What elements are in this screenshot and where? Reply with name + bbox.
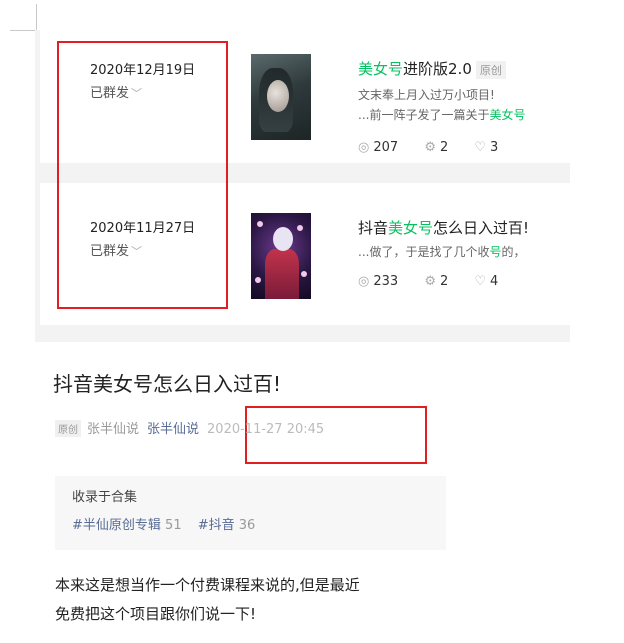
author-name: 张半仙说 [87,422,140,437]
date-highlight-box [57,41,228,309]
article-thumbnail[interactable] [251,213,311,299]
collection-tag-name: #半仙原创专辑 [72,518,161,533]
title-highlight: 美女号 [388,219,434,237]
article-meta: 原创 张半仙说 张半仙说 2020-11-27 20:45 [55,418,324,437]
share-count: ⚙ 2 [424,274,448,289]
like-count: ♡ 4 [474,274,498,289]
collection-tag-name: #抖音 [197,518,235,533]
collection-tag-count: 36 [238,518,256,533]
view-count: ◎ 207 [358,140,398,155]
eye-icon: ◎ [358,140,370,155]
title-highlight: 美女号 [358,60,404,78]
title-text: 抖音 [358,219,389,237]
like-count: ♡ 3 [474,140,498,155]
original-tag: 原创 [475,60,506,79]
article-stats: ◎ 207 ⚙ 2 ♡ 3 [358,140,520,155]
like-count-value: 3 [490,140,499,155]
account-link[interactable]: 张半仙说 [147,422,199,437]
article-desc: ...前一阵子发了一篇关于美女号 [358,106,570,123]
article-stats: ◎ 233 ⚙ 2 ♡ 4 [358,274,520,289]
article-title[interactable]: 美女号进阶版2.0 原创 [358,58,506,79]
share-count: ⚙ 2 [424,140,448,155]
page-title: 抖音美女号怎么日入过百! [53,372,282,396]
desc-text: ...前一阵子发了一篇关于 [358,108,490,122]
thumbs-up-icon: ♡ [474,140,487,155]
title-text: 进阶版2.0 [403,60,472,78]
view-count-value: 233 [373,274,399,289]
article-thumbnail[interactable] [251,54,311,140]
desc-highlight: 美女号 [489,108,526,122]
thumbs-up-icon: ♡ [474,274,487,289]
collection-tags: #半仙原创专辑 51 #抖音 36 [72,514,267,533]
view-count: ◎ 233 [358,274,398,289]
view-count-value: 207 [373,140,399,155]
collection-tag[interactable]: #抖音 36 [198,518,256,533]
article-desc: ...做了，于是找了几个收号的， [358,243,570,260]
eye-icon: ◎ [358,274,370,289]
publish-time: 2020-11-27 20:45 [207,422,325,437]
body-paragraph: 免费把这个项目跟你们说一下! [55,605,257,623]
body-paragraph: 本来这是想当作一个付费课程来说的,但是最近 [55,576,360,594]
collection-tag-count: 51 [165,518,182,533]
share-icon: ⚙ [424,140,436,155]
desc-text: ...做了，于是找了几个收 [358,245,490,259]
share-icon: ⚙ [424,274,436,289]
title-text: 怎么日入过百! [433,219,530,237]
desc-highlight: 号 [489,245,502,259]
collection-tag[interactable]: #半仙原创专辑 51 [72,518,182,533]
article-title[interactable]: 抖音美女号怎么日入过百! [358,217,529,238]
like-count-value: 4 [490,274,499,289]
original-badge: 原创 [55,420,81,437]
desc-text: 的， [501,245,526,259]
article-desc: 文末奉上月入过万小项目! [358,88,495,102]
share-count-value: 2 [439,140,449,155]
collection-label: 收录于合集 [72,490,138,505]
collection-box: 收录于合集 #半仙原创专辑 51 #抖音 36 [55,476,446,550]
corner-crop-mark [10,4,37,31]
share-count-value: 2 [439,274,449,289]
